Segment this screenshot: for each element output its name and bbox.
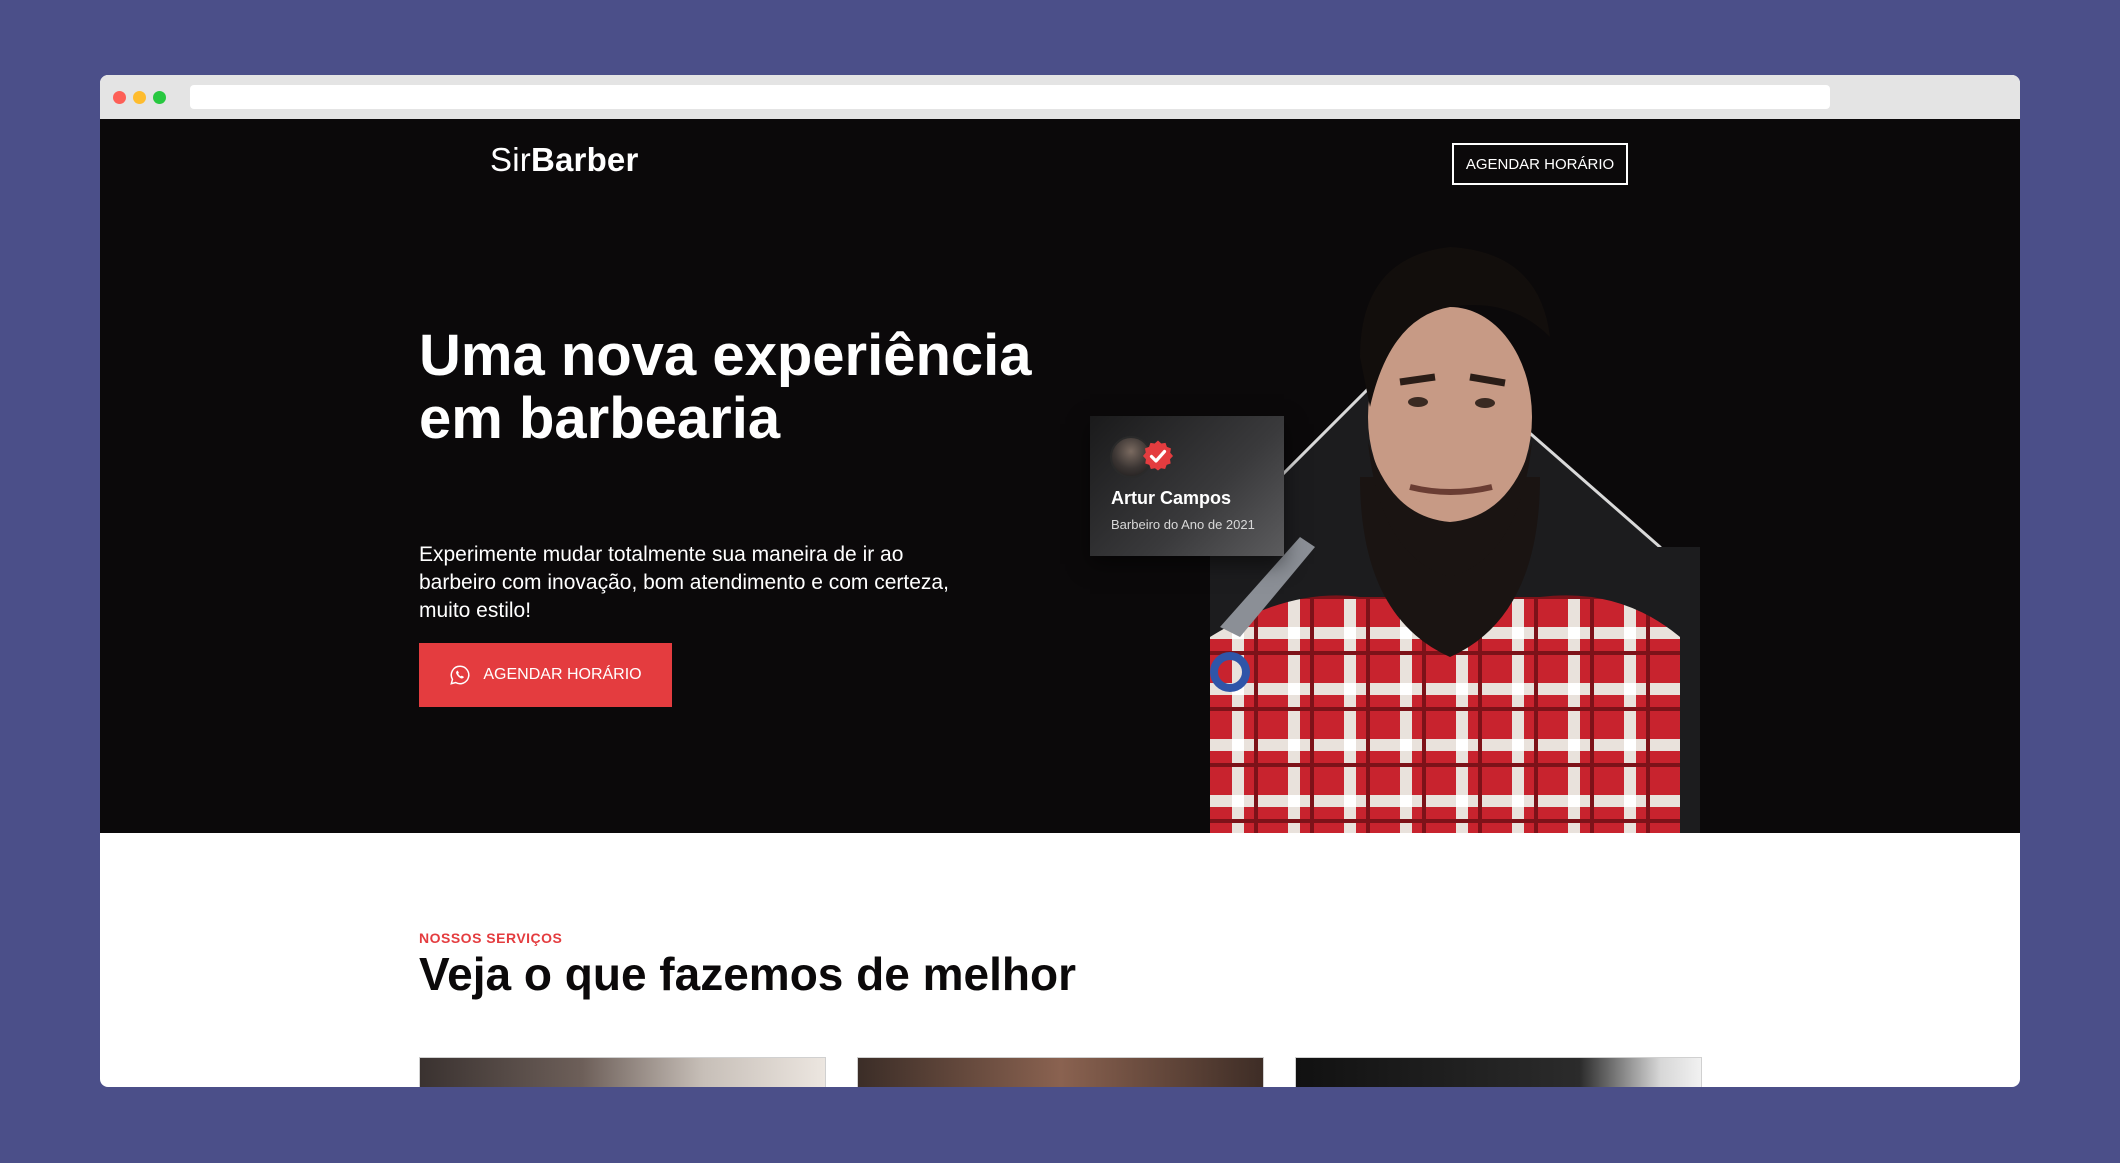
service-card-1[interactable]	[419, 1057, 826, 1087]
service-card-3[interactable]	[1295, 1057, 1702, 1087]
browser-toolbar	[100, 75, 2020, 119]
service-card-2[interactable]	[857, 1057, 1264, 1087]
header-schedule-button[interactable]: AGENDAR HORÁRIO	[1452, 143, 1628, 185]
close-window-button[interactable]	[113, 91, 126, 104]
address-bar[interactable]	[190, 85, 1830, 109]
site-logo[interactable]: SirBarber	[490, 141, 639, 179]
hero-schedule-button[interactable]: AGENDAR HORÁRIO	[419, 643, 672, 707]
browser-window: SirBarber AGENDAR HORÁRIO Uma nova exper…	[100, 75, 2020, 1087]
barber-name: Artur Campos	[1111, 488, 1232, 508]
logo-bold-text: Barber	[530, 141, 639, 178]
hero-section: SirBarber AGENDAR HORÁRIO Uma nova exper…	[100, 119, 2020, 833]
hero-schedule-label: AGENDAR HORÁRIO	[483, 666, 642, 683]
services-title: Veja o que fazemos de melhor	[419, 948, 1076, 1000]
barber-award-subtitle: Barbeiro do Ano de 2021	[1111, 517, 1255, 532]
whatsapp-icon	[450, 665, 470, 685]
maximize-window-button[interactable]	[153, 91, 166, 104]
hero-title: Uma nova experiência em barbearia	[419, 323, 1032, 451]
services-eyebrow: NOSSOS SERVIÇOS	[419, 930, 563, 946]
hero-description: Experimente mudar totalmente sua maneira…	[419, 543, 949, 622]
logo-light-text: Sir	[490, 141, 531, 178]
minimize-window-button[interactable]	[133, 91, 146, 104]
barber-award-card: Artur Campos Barbeiro do Ano de 2021	[1090, 416, 1284, 556]
verified-check-icon	[1142, 440, 1174, 471]
